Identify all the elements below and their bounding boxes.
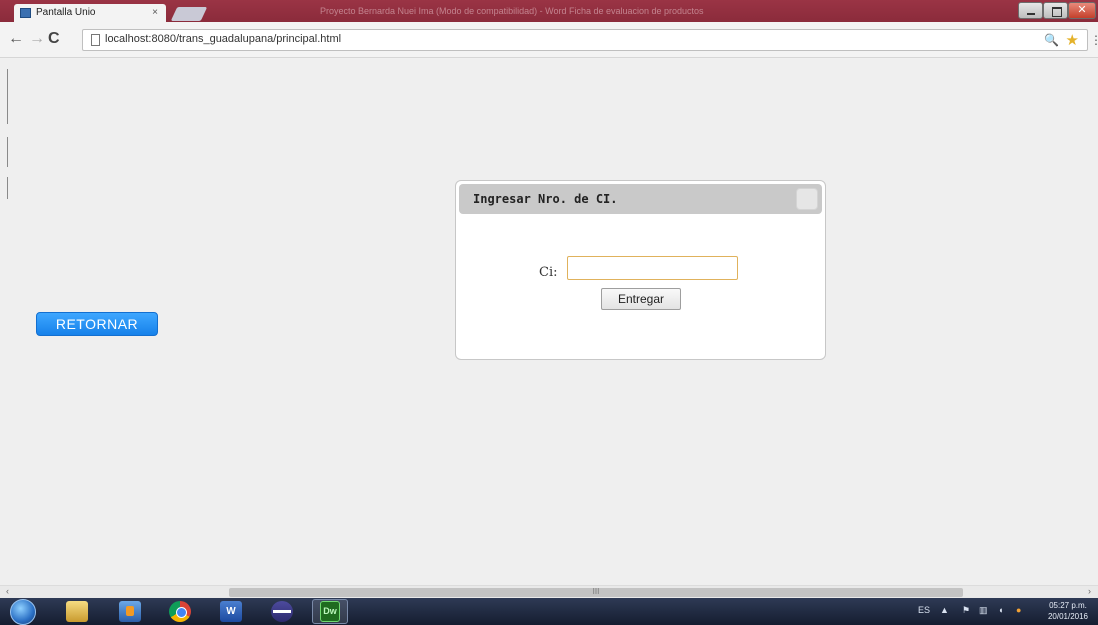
notification-icon[interactable]: ● <box>1016 605 1021 615</box>
volume-icon[interactable]: ◖ <box>998 605 1003 615</box>
window-title: Proyecto Bernarda Nuei Ima (Modo de comp… <box>320 6 704 16</box>
ci-label: Ci: <box>539 265 558 280</box>
window-titlebar: Pantalla Unio × Proyecto Bernarda Nuei I… <box>0 0 1098 22</box>
maximize-button[interactable] <box>1043 2 1068 19</box>
word-icon[interactable]: W <box>220 601 242 622</box>
browser-tab[interactable]: Pantalla Unio × <box>14 4 166 22</box>
scroll-right-arrow-icon[interactable]: › <box>1088 586 1091 596</box>
clock-time: 05:27 p.m. <box>1049 601 1087 610</box>
entregar-button[interactable]: Entregar <box>601 288 681 310</box>
left-border-line <box>7 69 8 124</box>
left-border-line <box>7 177 8 199</box>
page-content: RETORNAR Ingresar Nro. de CI. Ci: Entreg… <box>0 59 1098 585</box>
tab-title: Pantalla Unio <box>36 7 96 18</box>
retornar-button[interactable]: RETORNAR <box>36 312 158 336</box>
url-text[interactable]: localhost:8080/trans_guadalupana/princip… <box>105 33 341 45</box>
browser-menu-icon[interactable]: ⋮ <box>1090 33 1098 47</box>
tab-close-icon[interactable]: × <box>152 4 158 22</box>
dialog-title: Ingresar Nro. de CI. <box>473 192 618 206</box>
zoom-icon[interactable]: 🔍 <box>1044 33 1059 47</box>
forward-arrow-icon[interactable]: → <box>29 31 45 47</box>
chrome-icon[interactable] <box>169 601 191 622</box>
horizontal-scrollbar[interactable]: ‹ III › <box>0 585 1098 598</box>
show-hidden-icons-icon[interactable]: ▲ <box>940 605 949 615</box>
page-icon <box>91 34 100 46</box>
reload-icon[interactable]: C <box>48 31 60 47</box>
close-window-button[interactable]: ✕ <box>1068 2 1096 19</box>
start-button[interactable] <box>10 599 36 625</box>
language-indicator[interactable]: ES <box>918 605 930 615</box>
scrollbar-thumb[interactable]: III <box>229 588 963 597</box>
ci-input[interactable] <box>567 256 738 280</box>
network-icon[interactable]: ▥ <box>979 605 988 616</box>
left-border-line <box>7 137 8 167</box>
dreamweaver-icon[interactable]: Dw <box>320 601 340 622</box>
dialog-header: Ingresar Nro. de CI. <box>459 184 822 214</box>
bookmark-star-icon[interactable]: ★ <box>1066 31 1079 49</box>
action-center-flag-icon[interactable]: ⚑ <box>962 605 970 616</box>
minimize-button[interactable] <box>1018 2 1043 19</box>
new-tab-button[interactable] <box>170 7 208 21</box>
clock-date: 20/01/2016 <box>1047 612 1089 621</box>
browser-toolbar: ← → C localhost:8080/trans_guadalupana/p… <box>0 22 1098 58</box>
media-player-icon[interactable] <box>119 601 141 622</box>
dialog-close-button[interactable] <box>796 188 818 210</box>
page-favicon-icon <box>20 8 31 18</box>
scroll-left-arrow-icon[interactable]: ‹ <box>6 586 9 596</box>
eclipse-icon[interactable] <box>271 601 293 622</box>
system-clock[interactable]: 05:27 p.m. 20/01/2016 <box>1040 600 1096 622</box>
address-bar[interactable]: localhost:8080/trans_guadalupana/princip… <box>82 29 1088 51</box>
taskbar: W Dw ES ▲ ⚑ ▥ ◖ ● 05:27 p.m. 20/01/2016 <box>0 598 1098 625</box>
back-arrow-icon[interactable]: ← <box>8 31 24 47</box>
file-explorer-icon[interactable] <box>66 601 88 622</box>
ci-dialog: Ingresar Nro. de CI. Ci: Entregar <box>455 180 826 360</box>
